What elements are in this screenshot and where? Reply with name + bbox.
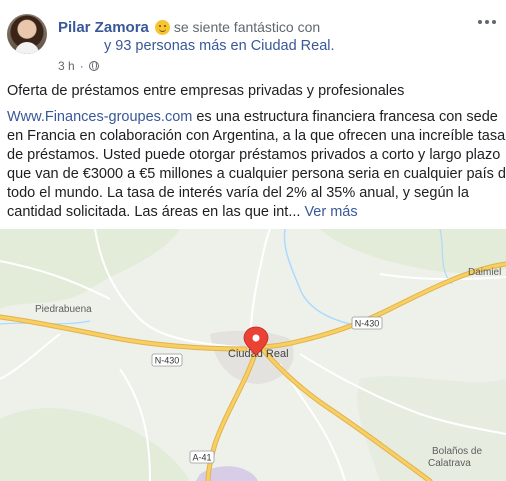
- location-map[interactable]: N-430 N-430 A-41 Daimiel Piedrabuena Ciu…: [0, 229, 506, 481]
- road-shield-n430-west: N-430: [151, 353, 183, 367]
- globe-icon[interactable]: [88, 61, 99, 71]
- place-calatrava: Calatrava: [428, 458, 471, 469]
- more-options-icon[interactable]: [476, 14, 498, 30]
- author-avatar[interactable]: [7, 14, 47, 54]
- post-timestamp[interactable]: 3 h: [58, 59, 75, 73]
- feed-post: Pilar Zamora se siente fantástico con y …: [0, 0, 506, 481]
- map-canvas: N-430 N-430 A-41 Daimiel Piedrabuena Ciu…: [0, 229, 506, 481]
- svg-text:N-430: N-430: [355, 319, 380, 329]
- author-name-link[interactable]: Pilar Zamora: [58, 19, 149, 36]
- svg-text:A-41: A-41: [192, 453, 211, 463]
- body-line-1: Www.Finances-groupes.com es una estructu…: [7, 109, 498, 125]
- road-shield-n430-east: N-430: [351, 316, 383, 330]
- feeling-text: se siente fantástico con: [173, 19, 321, 35]
- smiling-face-emoji-icon: [154, 19, 170, 35]
- body-line-2: en Francia en colaboración con Argentina…: [7, 128, 506, 144]
- post-meta: 3 h ·: [58, 59, 99, 73]
- post-title: Oferta de préstamos entre empresas priva…: [7, 83, 405, 99]
- website-link[interactable]: Www.Finances-groupes.com: [7, 109, 192, 125]
- body-line-5: todo el mundo. La tasa de interés varía …: [7, 185, 469, 201]
- tagged-others-link[interactable]: y 93 personas más en Ciudad Real.: [104, 38, 335, 54]
- body-line-3: de préstamos. Usted puede otorgar présta…: [7, 147, 501, 163]
- see-more-link[interactable]: Ver más: [304, 204, 357, 220]
- post-header: Pilar Zamora se siente fantástico con: [58, 17, 320, 37]
- post-body: Www.Finances-groupes.com es una estructu…: [7, 108, 506, 222]
- body-line-4: que van de €3000 a €5 millones a cualqui…: [7, 166, 506, 182]
- tagged-location-line[interactable]: y 93 personas más en Ciudad Real.: [104, 38, 335, 54]
- place-piedrabuena: Piedrabuena: [35, 304, 92, 315]
- place-daimiel: Daimiel: [468, 267, 501, 278]
- place-bolanos: Bolaños de: [432, 446, 482, 457]
- svg-text:N-430: N-430: [155, 356, 180, 366]
- road-shield-a41: A-41: [189, 450, 215, 464]
- meta-separator: ·: [79, 59, 84, 73]
- body-line-6: cantidad solicitada. Las áreas en las qu…: [7, 204, 358, 220]
